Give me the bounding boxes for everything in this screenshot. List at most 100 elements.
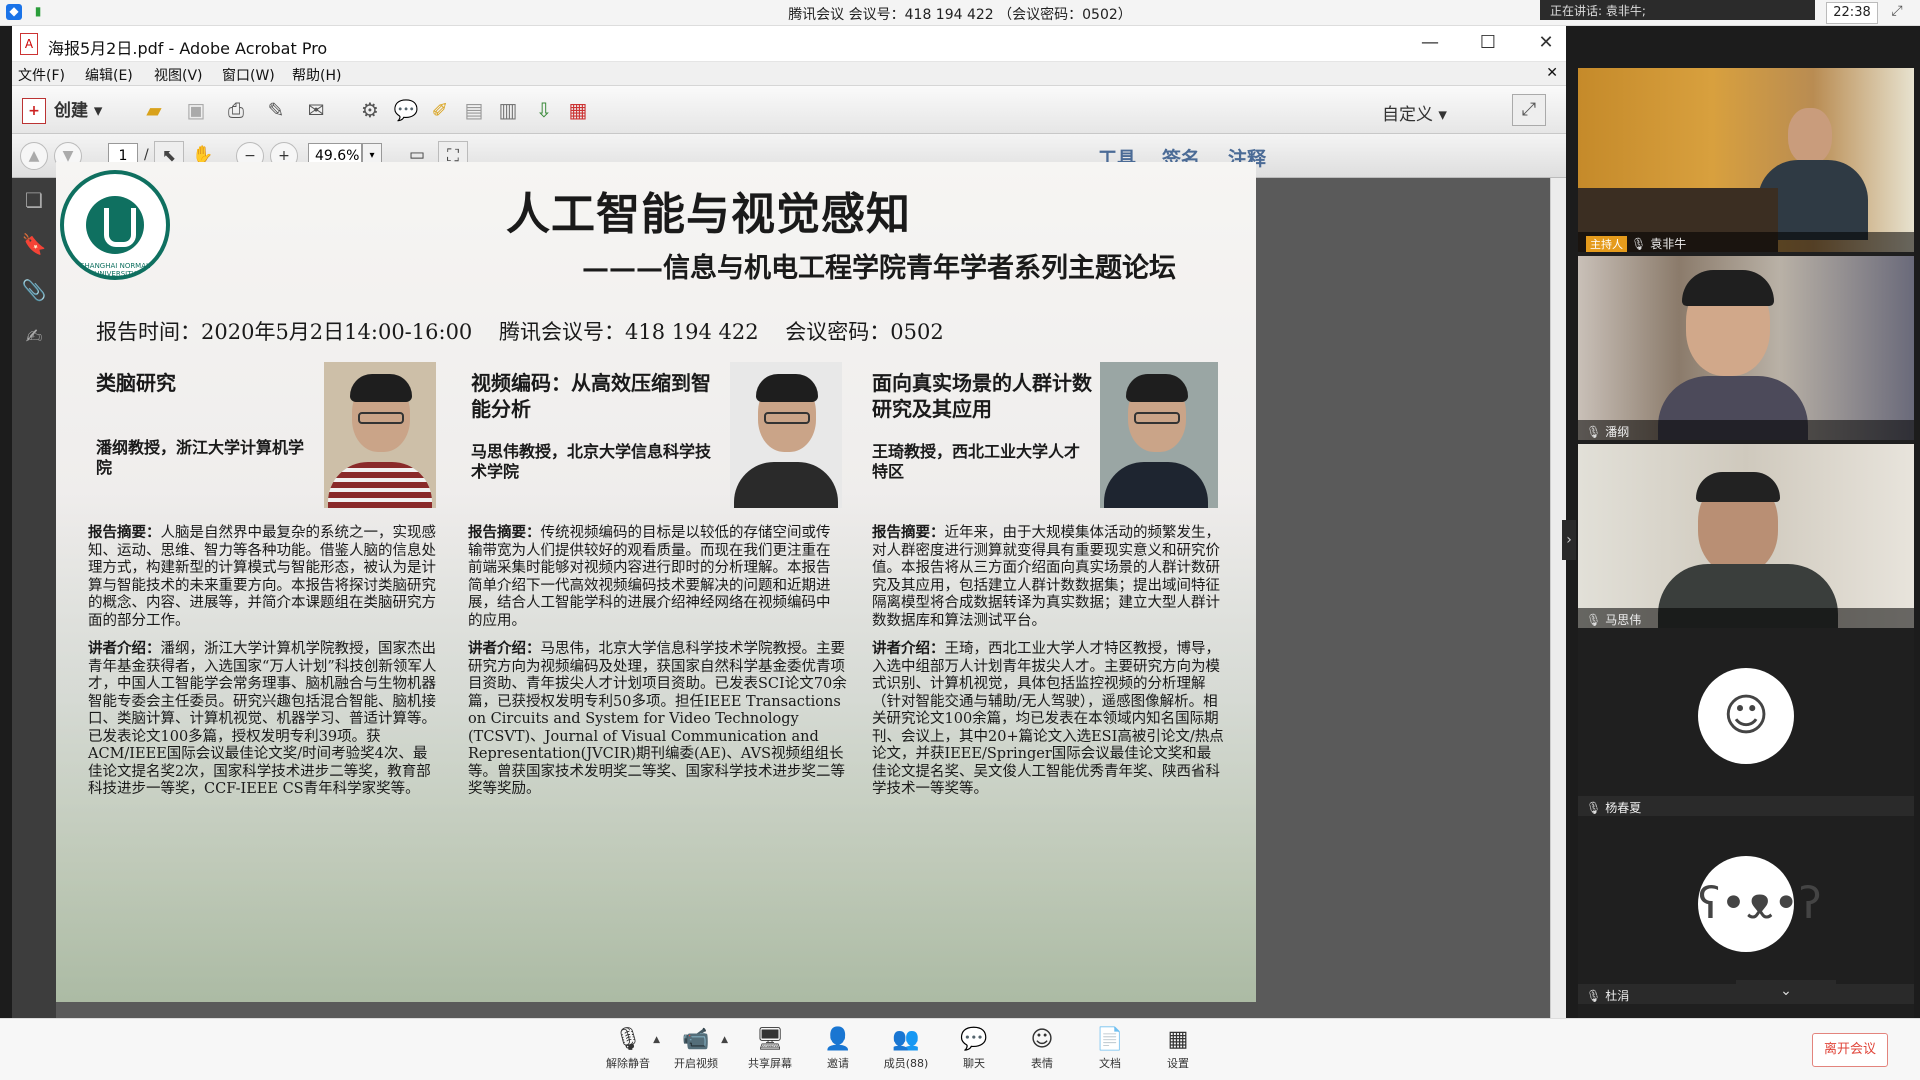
mic-icon: 🎙 [1586,425,1602,439]
mic-muted-icon: 🎙 [1586,989,1602,1003]
save-icon[interactable]: ▣ [182,96,210,124]
document-button[interactable]: 📄 文档 [1078,1025,1142,1077]
invite-button[interactable]: 👤 邀请 [806,1025,870,1077]
start-video-button[interactable]: 📹 开启视频 ▲ [664,1025,728,1077]
share-screen-icon: 🖥 [756,1027,784,1052]
pdf-icon: A [20,33,38,55]
close-document-icon[interactable]: ✕ [1546,65,1558,81]
menu-file[interactable]: 文件(F) [18,65,65,85]
poster-info: 报告时间：2020年5月2日14:00-16:00 腾讯会议号：418 194 … [96,320,944,344]
custom-dropdown[interactable]: 自定义 ▾ [1382,100,1447,125]
prev-page-icon[interactable]: ▲ [20,142,48,170]
bookmarks-icon[interactable]: 🔖 [21,232,47,258]
minimize-button[interactable]: — [1412,32,1448,56]
speaking-indicator: 正在讲话: 袁非牛; [1540,0,1815,20]
chat-icon: 💬 [960,1027,988,1052]
poster-subtitle: ———信息与机电工程学院青年学者系列主题论坛 [582,253,1176,284]
talk-2-topic: 视频编码：从高效压缩到智能分析 [471,371,711,421]
emoji-icon: ☺ [1030,1027,1054,1052]
talk-1-bio: 讲者介绍：潘纲，浙江大学计算机学院教授，国家杰出青年基金获得者，入选国家“万人计… [88,640,437,797]
university-logo: SHANGHAI NORMAL UNIVERSITY [60,170,170,280]
settings-button[interactable]: ▦ 设置 [1146,1025,1210,1077]
invite-icon: 👤 [824,1027,852,1052]
participant-name-1: 主持人 🎙 袁非牛 [1578,232,1914,252]
members-button[interactable]: 👥 成员(88) [874,1025,938,1077]
combine-icon[interactable]: ▥ [494,96,522,124]
participant-name-3: 🎙 马思伟 [1578,608,1914,628]
participant-tile-3[interactable]: 🎙 马思伟 [1578,444,1914,628]
settings-gear-icon[interactable]: ⚙ [356,96,384,124]
talk-3-abstract: 报告摘要：近年来，由于大规模集体活动的频繁发生，对人群密度进行测算就变得具有重要… [872,524,1220,629]
participant-tile-1[interactable]: 主持人 🎙 袁非牛 [1578,68,1914,252]
export-icon[interactable]: ⇩ [530,96,558,124]
participant-name-2: 🎙 潘纲 [1578,420,1914,440]
talk-3-speaker: 王琦教授，西北工业大学人才特区 [872,442,1081,481]
print-icon[interactable]: ⎙ [222,96,250,124]
talk-1-speaker: 潘纲教授，浙江大学计算机学院 [96,438,305,477]
close-button[interactable]: ✕ [1528,32,1564,56]
logo-text: SHANGHAI NORMAL UNIVERSITY [80,262,150,278]
chat-button[interactable]: 💬 聊天 [942,1025,1006,1077]
attachments-icon[interactable]: 📎 [21,278,47,304]
talk-1-abstract: 报告摘要：人脑是自然界中最复杂的系统之一，实现感知、运动、思维、智力等各种功能。… [88,524,436,629]
caret-up-icon[interactable]: ▲ [653,1035,660,1045]
chevron-down-icon[interactable]: ⌄ [1736,980,1836,1002]
menu-edit[interactable]: 编辑(E) [85,65,133,85]
maximize-button[interactable]: ☐ [1470,32,1506,56]
open-folder-icon[interactable]: ▰ [140,96,168,124]
avatar: ʕ•ᴥ•ʔ [1698,856,1822,952]
participants-panel: 主持人 🎙 袁非牛 🎙 潘纲 🎙 马思伟 ☺ 🎙 杨春夏 ʕ•ᴥ•ʔ 🎙 杜涓 [1578,68,1914,1018]
unmute-button[interactable]: 🎙 解除静音 ▲ [596,1025,660,1077]
vertical-scrollbar[interactable] [1550,178,1566,1018]
speaker-2-photo [730,362,842,508]
edit-icon[interactable]: ✎ [262,96,290,124]
redact-icon[interactable]: ▤ [460,96,488,124]
menu-window[interactable]: 窗口(W) [222,65,275,85]
members-icon: 👥 [892,1027,920,1052]
acrobat-title-bar: A 海报5月2日.pdf - Adobe Acrobat Pro — ☐ ✕ [12,26,1566,62]
menu-view[interactable]: 视图(V) [154,65,203,85]
poster-title: 人工智能与视觉感知 [506,189,911,240]
emoji-button[interactable]: ☺ 表情 [1010,1025,1074,1077]
highlight-icon[interactable]: ✐ [426,96,454,124]
speaker-3-photo [1100,362,1218,508]
share-screen-button[interactable]: 🖥 共享屏幕 [738,1025,802,1077]
email-icon[interactable]: ✉ [302,96,330,124]
collapse-panel-icon[interactable]: › [1562,520,1576,560]
mic-muted-icon: 🎙 [1586,801,1602,815]
video-off-icon: 📹 [682,1027,710,1052]
pdf-page: SHANGHAI NORMAL UNIVERSITY 人工智能与视觉感知 ———… [56,162,1256,1002]
signatures-icon[interactable]: ✍ [21,324,47,350]
comment-icon[interactable]: 💬 [392,96,420,124]
meeting-clock: 22:38 [1826,2,1878,24]
meeting-title-bar: ◆ ▮ 腾讯会议 会议号：418 194 422 （会议密码：0502） 正在讲… [0,0,1920,26]
caret-up-icon[interactable]: ▲ [721,1035,728,1045]
meeting-toolbar: 🎙 解除静音 ▲ 📹 开启视频 ▲ 🖥 共享屏幕 👤 邀请 👥 成员(88) 💬 聊天 ☺ 表情 … [0,1018,1920,1080]
participant-tile-4[interactable]: ☺ 🎙 杨春夏 [1578,632,1914,816]
menu-bar: 文件(F) 编辑(E) 视图(V) 窗口(W) 帮助(H) ✕ [12,62,1566,86]
talk-1-topic: 类脑研究 [96,371,176,395]
talk-3-bio: 讲者介绍：王琦，西北工业大学人才特区教授，博导，入选中组部万人计划青年拔尖人才。… [872,640,1224,797]
speaker-1-photo [324,362,436,508]
create-button[interactable]: + 创建 ▾ [22,96,132,126]
create-pdf-icon: + [22,98,46,124]
navigation-panel: ❏ 🔖 📎 ✍ [12,178,56,1018]
expand-icon[interactable]: ⤢ [1512,94,1546,126]
leave-meeting-button[interactable]: 离开会议 [1812,1033,1888,1067]
talk-2-bio: 讲者介绍：马思伟，北京大学信息科学技术学院教授。主要研究方向为视频编码及处理，获… [468,640,847,797]
document-icon: 📄 [1096,1027,1124,1052]
mic-icon: 🎙 [1631,237,1647,251]
talk-3-topic: 面向真实场景的人群计数研究及其应用 [872,371,1092,421]
page-thumbnails-icon[interactable]: ❏ [21,188,47,214]
participant-name-4: 🎙 杨春夏 [1578,796,1914,816]
fullscreen-icon[interactable]: ⤢ [1886,3,1908,23]
menu-help[interactable]: 帮助(H) [292,65,341,85]
avatar: ☺ [1698,668,1794,764]
participant-tile-5[interactable]: ʕ•ᴥ•ʔ 🎙 杜涓 [1578,820,1914,1004]
forms-icon[interactable]: ▦ [564,96,592,124]
mic-muted-icon: 🎙 [614,1027,642,1052]
settings-icon: ▦ [1167,1027,1189,1052]
participant-tile-2[interactable]: 🎙 潘纲 [1578,256,1914,440]
window-title: 海报5月2日.pdf - Adobe Acrobat Pro [48,39,328,58]
talk-2-speaker: 马思伟教授，北京大学信息科学技术学院 [471,442,712,481]
